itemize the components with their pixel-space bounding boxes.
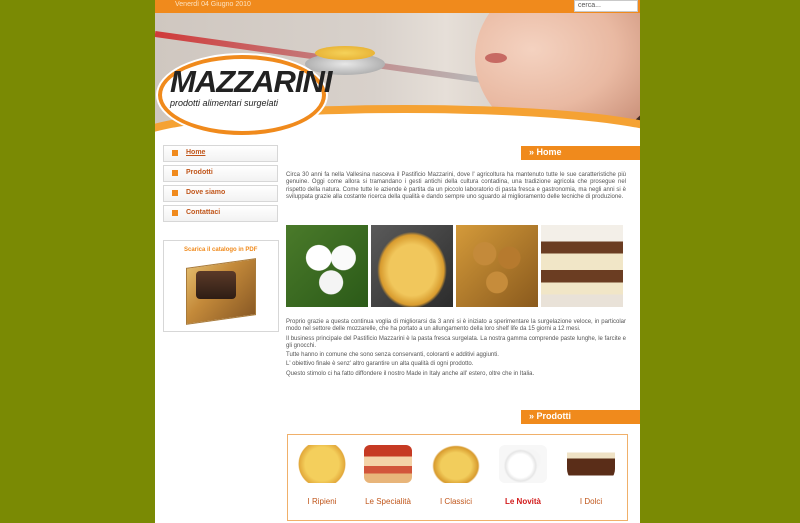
product-label[interactable]: I Ripieni — [292, 497, 352, 506]
nav-label[interactable]: Prodotti — [186, 169, 213, 176]
body-text: Proprio grazie a questa continua voglia … — [286, 319, 626, 380]
body-paragraph: Proprio grazie a questa continua voglia … — [286, 319, 626, 333]
bullet-icon — [172, 190, 178, 196]
tagliatelle-image[interactable] — [432, 445, 480, 483]
body-paragraph: Tutte hanno in comune che sono senza con… — [286, 352, 499, 359]
nav-item-home[interactable]: Home — [163, 145, 278, 162]
product-label[interactable]: I Classici — [426, 497, 486, 506]
body-paragraph: Il business principale del Pastificio Ma… — [286, 335, 626, 349]
nav-item-contattaci[interactable]: Contattaci — [163, 205, 278, 222]
sidebar-nav: Home Prodotti Dove siamo Contattaci — [163, 145, 278, 225]
body-paragraph: L' obiettivo finale è senz' altro garant… — [286, 361, 474, 368]
nav-label[interactable]: Dove siamo — [186, 189, 225, 196]
body-paragraph: Questo stimolo ci ha fatto diffondere il… — [286, 370, 535, 377]
food-illustration — [315, 46, 375, 60]
catalog-cover-image — [196, 271, 236, 299]
product-specialita[interactable]: Le Specialità — [358, 445, 418, 506]
section-title: » Home — [529, 147, 562, 157]
bullet-icon — [172, 210, 178, 216]
bullet-icon — [172, 150, 178, 156]
product-ripieni[interactable]: I Ripieni — [292, 445, 352, 506]
products-box: I Ripieni Le Specialità I Classici Le No… — [287, 434, 628, 521]
nav-item-prodotti[interactable]: Prodotti — [163, 165, 278, 182]
pasta-photo — [371, 225, 453, 307]
dessert-cup-image[interactable] — [567, 445, 615, 483]
bullet-icon — [172, 170, 178, 176]
logo-brand[interactable]: MAZZARINI — [170, 64, 332, 100]
section-header-home: » Home — [521, 146, 640, 160]
product-label[interactable]: Le Novità — [493, 497, 553, 506]
lasagna-image[interactable] — [364, 445, 412, 483]
product-dolci[interactable]: I Dolci — [561, 445, 621, 506]
nav-label[interactable]: Home — [186, 149, 205, 156]
product-classici[interactable]: I Classici — [426, 445, 486, 506]
nav-item-dove-siamo[interactable]: Dove siamo — [163, 185, 278, 202]
arancini-photo — [456, 225, 538, 307]
section-header-prodotti: » Prodotti — [521, 410, 640, 424]
section-title: » Prodotti — [529, 411, 571, 421]
ravioli-image[interactable] — [298, 445, 346, 483]
product-label[interactable]: Le Specialità — [358, 497, 418, 506]
product-label[interactable]: I Dolci — [561, 497, 621, 506]
catalog-title[interactable]: Scarica il catalogo in PDF — [184, 247, 257, 253]
current-date: Venerdì 04 Giugno 2010 — [175, 1, 251, 8]
mozzarella-photo — [286, 225, 368, 307]
catalog-download-box[interactable]: Scarica il catalogo in PDF — [163, 240, 279, 332]
intro-text: Circa 30 anni fa nella Vallesina nasceva… — [286, 172, 626, 200]
product-novita[interactable]: Le Novità — [493, 445, 553, 506]
nav-label[interactable]: Contattaci — [186, 209, 220, 216]
photo-strip — [286, 225, 626, 307]
cake-photo — [541, 225, 623, 307]
logo-tagline: prodotti alimentari surgelati — [170, 98, 279, 108]
search-input[interactable]: cerca... — [574, 0, 638, 12]
lips-illustration — [485, 53, 507, 63]
mozzarella-image[interactable] — [499, 445, 547, 483]
